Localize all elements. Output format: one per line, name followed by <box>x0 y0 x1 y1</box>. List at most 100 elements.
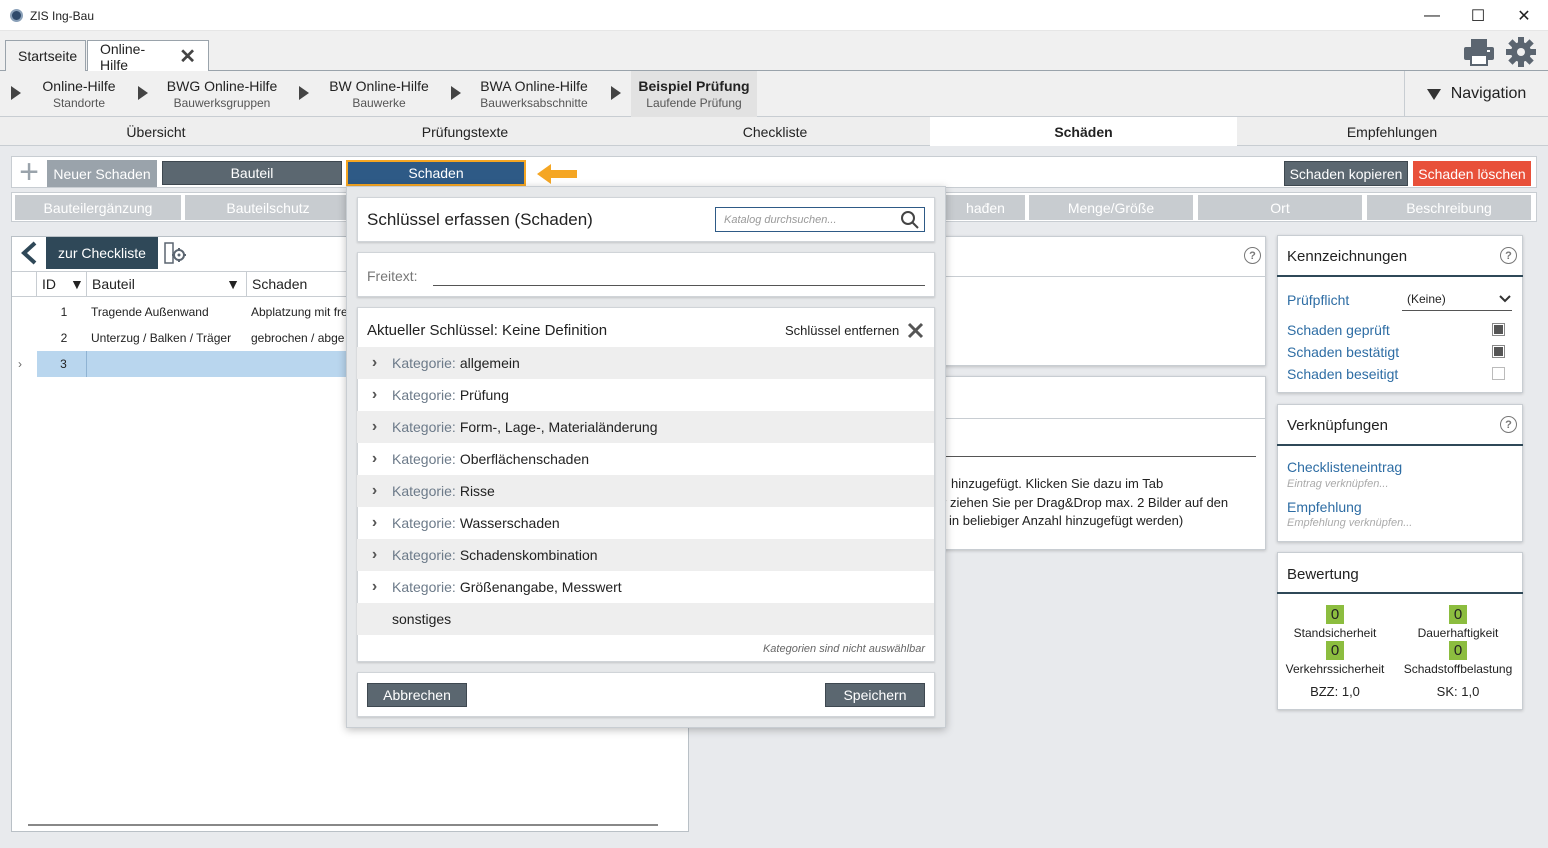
maximize-button[interactable]: ☐ <box>1455 0 1501 31</box>
chevron-left-icon[interactable] <box>13 238 45 268</box>
category-item[interactable]: › Kategorie: Schadenskombination <box>357 539 934 571</box>
check-label-beseitigt: Schaden beseitigt <box>1287 366 1399 382</box>
score-verkehrssicherheit: 0 <box>1326 641 1344 660</box>
category-name: Oberflächenschaden <box>459 451 590 467</box>
bauteil-button[interactable]: Bauteil <box>162 161 342 185</box>
category-item[interactable]: › Kategorie: Oberflächenschaden <box>357 443 934 475</box>
chevron-right-icon: › <box>371 546 378 563</box>
remove-key-button[interactable]: Schlüssel entfernen <box>785 322 924 339</box>
close-icon[interactable]: ✕ <box>179 44 196 69</box>
breadcrumb-bauwerksabschnitte[interactable]: BWA Online-Hilfe Bauwerksabschnitte <box>466 71 602 117</box>
sk-value: SK: 1,0 <box>1436 684 1480 699</box>
table-cell-schaden[interactable]: Abplatzung mit fre <box>247 299 347 325</box>
breadcrumb-subtitle: Bauwerksabschnitte <box>480 96 588 110</box>
catalog-search-input[interactable]: Katalog durchsuchen... <box>715 207 925 232</box>
search-placeholder: Katalog durchsuchen... <box>724 213 837 226</box>
help-icon[interactable]: ? <box>1500 416 1517 433</box>
column-settings-icon[interactable] <box>164 241 188 265</box>
category-item[interactable]: › Kategorie: Wasserschaden <box>357 507 934 539</box>
category-item[interactable]: › Kategorie: Risse <box>357 475 934 507</box>
help-icon[interactable]: ? <box>1244 247 1261 264</box>
horizontal-scrollbar[interactable] <box>14 821 670 829</box>
tab-checkliste[interactable]: Checkliste <box>620 117 930 146</box>
column-header-bauteil[interactable]: Bauteil ▼ <box>87 271 247 297</box>
category-name: Größenangabe, Messwert <box>459 579 622 595</box>
pruefpflicht-select[interactable]: (Keine) <box>1402 288 1512 311</box>
chevron-right-icon: › <box>371 578 378 595</box>
category-item-sonstiges[interactable]: sonstiges <box>357 603 934 635</box>
schaden-button[interactable]: Schaden <box>346 160 526 186</box>
tab-online-hilfe[interactable]: Online-Hilfe ✕ <box>87 40 209 73</box>
breadcrumb-arrow-icon <box>299 86 309 100</box>
app-logo-icon <box>10 9 23 22</box>
photo-hint-line: r ziehen Sie per Drag&Drop max. 2 Bilder… <box>942 495 1229 510</box>
breadcrumb-standorte[interactable]: Online-Hilfe Standorte <box>26 71 132 117</box>
tab-startseite[interactable]: Startseite <box>5 40 86 71</box>
window-title: ZIS Ing-Bau <box>30 9 95 23</box>
breadcrumb-title: Beispiel Prüfung <box>638 78 750 94</box>
beseitigt-checkbox[interactable] <box>1492 367 1505 380</box>
link-checklisteneintrag[interactable]: Checklisteneintrag <box>1287 459 1402 475</box>
category-prefix: Kategorie: <box>392 547 456 563</box>
table-cell-bauteil[interactable]: Tragende Außenwand <box>87 299 247 325</box>
remove-key-label: Schlüssel entfernen <box>785 323 900 338</box>
category-item[interactable]: › Kategorie: allgemein <box>357 347 934 379</box>
back-to-checklist-button[interactable]: zur Checkliste <box>46 237 158 269</box>
breadcrumb-title: BW Online-Hilfe <box>329 78 429 94</box>
delete-damage-button[interactable]: Schaden löschen <box>1413 161 1531 186</box>
title-bar <box>0 0 1548 31</box>
breadcrumb-title: Online-Hilfe <box>42 78 116 94</box>
geprueft-checkbox[interactable] <box>1492 323 1505 336</box>
category-name: Schadenskombination <box>459 547 598 563</box>
new-damage-button[interactable]: Neuer Schaden <box>47 160 157 187</box>
category-name: allgemein <box>459 355 520 371</box>
verknuepfungen-title: Verknüpfungen <box>1287 417 1388 434</box>
table-cell-schaden[interactable]: gebrochen / abge <box>247 325 347 351</box>
plus-icon[interactable]: + <box>16 155 42 189</box>
table-cell-id[interactable]: 2 <box>37 325 87 351</box>
table-cell-id[interactable]: 3 <box>37 351 87 377</box>
check-label-bestaetigt: Schaden bestätigt <box>1287 344 1400 360</box>
bestaetigt-checkbox[interactable] <box>1492 345 1505 358</box>
breadcrumb-laufende-pruefung[interactable]: Beispiel Prüfung Laufende Prüfung <box>631 71 757 117</box>
filter-icon[interactable]: ▼ <box>226 276 240 292</box>
copy-damage-button[interactable]: Schaden kopieren <box>1284 161 1408 186</box>
bauteilschutz-button[interactable]: Bauteilschutz <box>185 195 351 220</box>
category-item[interactable]: › Kategorie: Prüfung <box>357 379 934 411</box>
save-button[interactable]: Speichern <box>825 683 925 707</box>
ort-button[interactable]: Ort <box>1198 195 1362 220</box>
breadcrumb-bauwerke[interactable]: BW Online-Hilfe Bauwerke <box>318 71 440 117</box>
column-header-id[interactable]: ID ▼ <box>37 271 87 297</box>
tab-empfehlungen[interactable]: Empfehlungen <box>1237 117 1547 146</box>
bauteilergaenzung-button[interactable]: Bauteilergänzung <box>15 195 181 220</box>
tab-uebersicht[interactable]: Übersicht <box>2 117 310 146</box>
help-icon[interactable]: ? <box>1500 247 1517 264</box>
search-icon[interactable] <box>900 210 920 230</box>
link-empfehlung[interactable]: Empfehlung <box>1287 499 1362 515</box>
tab-pruefungstexte[interactable]: Prüfungstexte <box>310 117 620 146</box>
print-icon[interactable] <box>1463 38 1495 66</box>
link-empfehlung-hint: Empfehlung verknüpfen... <box>1287 517 1413 529</box>
table-cell-bauteil[interactable]: Unterzug / Balken / Träger <box>87 325 247 351</box>
category-item[interactable]: › Kategorie: Form-, Lage-, Materialänderun… <box>357 411 934 443</box>
schaden-detail-button[interactable]: hađen <box>946 195 1025 220</box>
cancel-button[interactable]: Abbrechen <box>367 683 467 707</box>
freitext-input[interactable] <box>433 264 925 286</box>
chevron-right-icon: › <box>371 418 378 435</box>
minimize-button[interactable]: — <box>1409 0 1455 31</box>
navigation-button[interactable]: Navigation <box>1404 71 1548 117</box>
tab-schaeden[interactable]: Schäden <box>930 117 1237 146</box>
table-cell-id[interactable]: 1 <box>37 299 87 325</box>
close-window-button[interactable]: ✕ <box>1501 0 1547 31</box>
check-label-geprueft: Schaden geprüft <box>1287 322 1390 338</box>
settings-gear-icon[interactable] <box>1505 36 1537 68</box>
tab-label: Online-Hilfe <box>100 40 146 73</box>
menge-groesse-button[interactable]: Menge/Größe <box>1029 195 1193 220</box>
breadcrumb-arrow-icon <box>611 86 621 100</box>
breadcrumb-bauwerksgruppen[interactable]: BWG Online-Hilfe Bauwerksgruppen <box>154 71 290 117</box>
category-item[interactable]: › Kategorie: Größenangabe, Messwert <box>357 571 934 603</box>
beschreibung-button[interactable]: Beschreibung <box>1367 195 1531 220</box>
photo-hint-line: in beliebiger Anzahl hinzugefügt werden) <box>949 513 1184 528</box>
filter-icon[interactable]: ▼ <box>70 276 84 292</box>
select-value: (Keine) <box>1407 292 1446 306</box>
